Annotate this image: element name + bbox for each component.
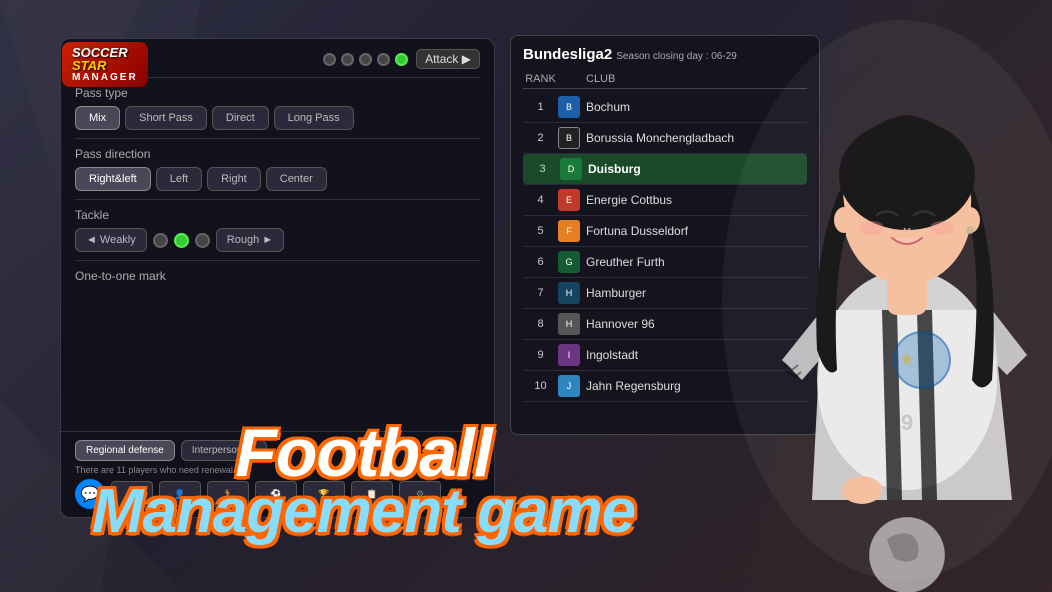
rough-label: Rough (227, 234, 259, 246)
tackle-label: Tackle (75, 208, 480, 222)
tackle-weakly-button[interactable]: ◄ Weakly (75, 228, 147, 252)
header-dots (323, 53, 408, 66)
rank-2: 2 (523, 132, 558, 144)
rank-4: 4 (523, 194, 558, 206)
direction-center[interactable]: Center (266, 167, 327, 191)
pass-type-label: Pass type (75, 86, 480, 100)
logo-text-star: STAR (72, 59, 138, 72)
pass-type-direct[interactable]: Direct (212, 106, 269, 130)
rank-9: 9 (523, 349, 558, 361)
dot-5-active (395, 53, 408, 66)
club-icon-3: D (560, 158, 582, 180)
rank-3: 3 (525, 163, 560, 175)
pass-type-mix[interactable]: Mix (75, 106, 120, 130)
divider-2 (75, 199, 480, 200)
one-to-one-section: One-to-one mark (75, 269, 480, 283)
big-text-container: Football Management game (65, 423, 662, 540)
pass-direction-section: Pass direction Right&left Left Right Cen… (75, 147, 480, 191)
club-icon-9: I (558, 344, 580, 366)
svg-text:★: ★ (899, 349, 915, 369)
icon-col-spacer (558, 73, 586, 85)
club-icon-4: E (558, 189, 580, 211)
direction-right-left[interactable]: Right&left (75, 167, 151, 191)
divider-1 (75, 138, 480, 139)
tackle-controls: ◄ Weakly Rough ► (75, 228, 480, 252)
big-text-line1: Football (65, 423, 662, 484)
weakly-label: Weakly (100, 234, 136, 246)
club-name-9: Ingolstadt (586, 348, 638, 362)
tackle-dot-2-active (174, 233, 189, 248)
soccerstar-logo-area: SOCCER STAR MANAGER (62, 42, 148, 87)
tackle-dot-1 (153, 233, 168, 248)
tackle-section: Tackle ◄ Weakly Rough ► (75, 208, 480, 252)
direction-right[interactable]: Right (207, 167, 261, 191)
club-name-1: Bochum (586, 100, 630, 114)
left-arrow-icon: ◄ (86, 234, 97, 246)
club-icon-2: B (558, 127, 580, 149)
club-icon-5: F (558, 220, 580, 242)
club-name-3: Duisburg (588, 162, 641, 176)
rank-header: RANK (523, 73, 558, 85)
dot-2 (341, 53, 354, 66)
dot-4 (377, 53, 390, 66)
tackle-rough-button[interactable]: Rough ► (216, 228, 284, 252)
divider-3 (75, 260, 480, 261)
club-icon-1: B (558, 96, 580, 118)
pass-direction-label: Pass direction (75, 147, 480, 161)
pass-direction-buttons: Right&left Left Right Center (75, 167, 480, 191)
rank-1: 1 (523, 101, 558, 113)
club-icon-6: G (558, 251, 580, 273)
dot-3 (359, 53, 372, 66)
club-name-7: Hamburger (586, 286, 646, 300)
direction-left[interactable]: Left (156, 167, 202, 191)
pass-type-short[interactable]: Short Pass (125, 106, 207, 130)
bundesliga-title: Bundesliga2 (523, 46, 612, 63)
rank-10: 10 (523, 380, 558, 392)
anime-character-svg: ★ 9 (652, 0, 1052, 592)
big-text-line2: Management game (65, 484, 662, 540)
dot-1 (323, 53, 336, 66)
anime-character-area: ★ 9 (652, 0, 1052, 592)
one-to-one-label: One-to-one mark (75, 269, 480, 283)
attack-button[interactable]: Attack ▶ (416, 49, 480, 69)
club-icon-10: J (558, 375, 580, 397)
pass-type-section: Pass type Mix Short Pass Direct Long Pas… (75, 86, 480, 130)
header-right: Attack ▶ (323, 49, 480, 69)
logo-sub: MANAGER (72, 72, 138, 83)
logo-background: SOCCER STAR MANAGER (62, 42, 148, 87)
rank-7: 7 (523, 287, 558, 299)
club-name-8: Hannover 96 (586, 317, 655, 331)
pass-type-buttons: Mix Short Pass Direct Long Pass (75, 106, 480, 130)
pass-type-long[interactable]: Long Pass (274, 106, 354, 130)
svg-text:9: 9 (901, 410, 913, 435)
rank-8: 8 (523, 318, 558, 330)
tackle-dot-3 (195, 233, 210, 248)
club-icon-8: H (558, 313, 580, 335)
club-icon-7: H (558, 282, 580, 304)
rank-6: 6 (523, 256, 558, 268)
rank-5: 5 (523, 225, 558, 237)
right-arrow-icon: ► (262, 234, 273, 246)
